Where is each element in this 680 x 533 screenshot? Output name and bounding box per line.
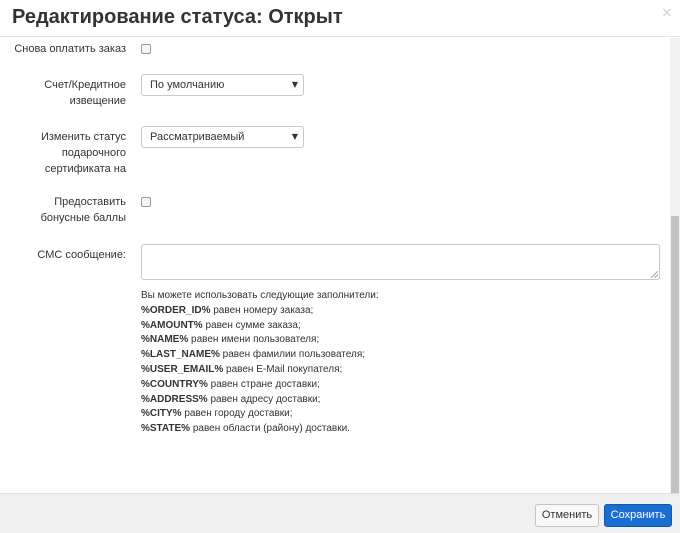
placeholder-desc: равен номеру заказа; xyxy=(210,304,314,316)
modal-title: Редактирование статуса: Открыт xyxy=(12,6,343,28)
save-button[interactable]: Сохранить xyxy=(604,504,672,527)
placeholder-desc: равен сумме заказа; xyxy=(202,319,301,331)
placeholder-key: %CITY% xyxy=(141,408,182,420)
sms-textarea[interactable] xyxy=(141,244,660,280)
bonus-checkbox[interactable] xyxy=(141,197,151,207)
placeholder-key: %LAST_NAME% xyxy=(141,349,220,361)
invoice-label: Счет/Кредитное извещение xyxy=(44,79,126,107)
placeholder-desc: равен городу доставки; xyxy=(181,408,293,420)
help-line: %ADDRESS% равен адресу доставки; xyxy=(141,393,641,408)
help-line: %AMOUNT% равен сумме заказа; xyxy=(141,319,641,334)
placeholder-key: %COUNTRY% xyxy=(141,378,208,390)
placeholder-desc: равен E-Mail покупателя; xyxy=(223,363,343,375)
placeholder-desc: равен имени пользователя; xyxy=(188,334,320,346)
help-line: %NAME% равен имени пользователя; xyxy=(141,333,641,348)
close-icon[interactable]: × xyxy=(660,6,674,20)
gift-cert-label: Изменить статус подарочного сертификата … xyxy=(40,131,126,175)
placeholder-key: %ORDER_ID% xyxy=(141,304,211,316)
help-line: %USER_EMAIL% равен E-Mail покупателя; xyxy=(141,363,641,378)
gift-cert-select-value: Рассматриваемый xyxy=(150,131,245,143)
help-line: %CITY% равен городу доставки; xyxy=(141,407,641,422)
placeholder-key: %NAME% xyxy=(141,334,189,346)
help-line: %ORDER_ID% равен номеру заказа; xyxy=(141,304,641,319)
placeholder-desc: равен области (району) доставки. xyxy=(190,423,350,435)
sms-label: СМС сообщение: xyxy=(37,249,126,261)
chevron-down-icon: ▼ xyxy=(291,80,298,89)
invoice-select[interactable]: По умолчанию ▼ xyxy=(141,74,304,96)
help-line: %COUNTRY% равен стране доставки; xyxy=(141,378,641,393)
repay-order-label: Снова оплатить заказ xyxy=(14,43,126,55)
modal-body: Снова оплатить заказ Счет/Кредитное изве… xyxy=(0,38,680,493)
modal-header: Редактирование статуса: Открыт × xyxy=(0,0,680,37)
placeholder-desc: равен адресу доставки; xyxy=(207,393,321,405)
repay-order-checkbox[interactable] xyxy=(141,44,151,54)
scrollbar-thumb[interactable] xyxy=(671,216,679,493)
gift-cert-select[interactable]: Рассматриваемый ▼ xyxy=(141,126,304,148)
placeholder-key: %USER_EMAIL% xyxy=(141,363,224,375)
invoice-select-value: По умолчанию xyxy=(150,79,225,91)
placeholder-key: %ADDRESS% xyxy=(141,393,208,405)
vertical-scrollbar[interactable] xyxy=(670,38,680,493)
help-intro: Вы можете использовать следующие заполни… xyxy=(141,290,379,301)
placeholder-key: %STATE% xyxy=(141,423,191,435)
help-line: %STATE% равен области (району) доставки. xyxy=(141,422,641,437)
placeholder-desc: равен стране доставки; xyxy=(207,378,320,390)
bonus-label: Предоставить бонусные баллы xyxy=(40,196,126,224)
help-line: %LAST_NAME% равен фамилии пользователя; xyxy=(141,348,641,363)
chevron-down-icon: ▼ xyxy=(291,132,298,141)
resize-handle-icon[interactable] xyxy=(651,271,658,278)
placeholder-desc: равен фамилии пользователя; xyxy=(219,349,366,361)
placeholder-key: %AMOUNT% xyxy=(141,319,203,331)
cancel-button[interactable]: Отменить xyxy=(535,504,599,527)
modal-footer: Отменить Сохранить xyxy=(0,493,680,533)
placeholder-help: Вы можете использовать следующие заполни… xyxy=(141,289,641,437)
